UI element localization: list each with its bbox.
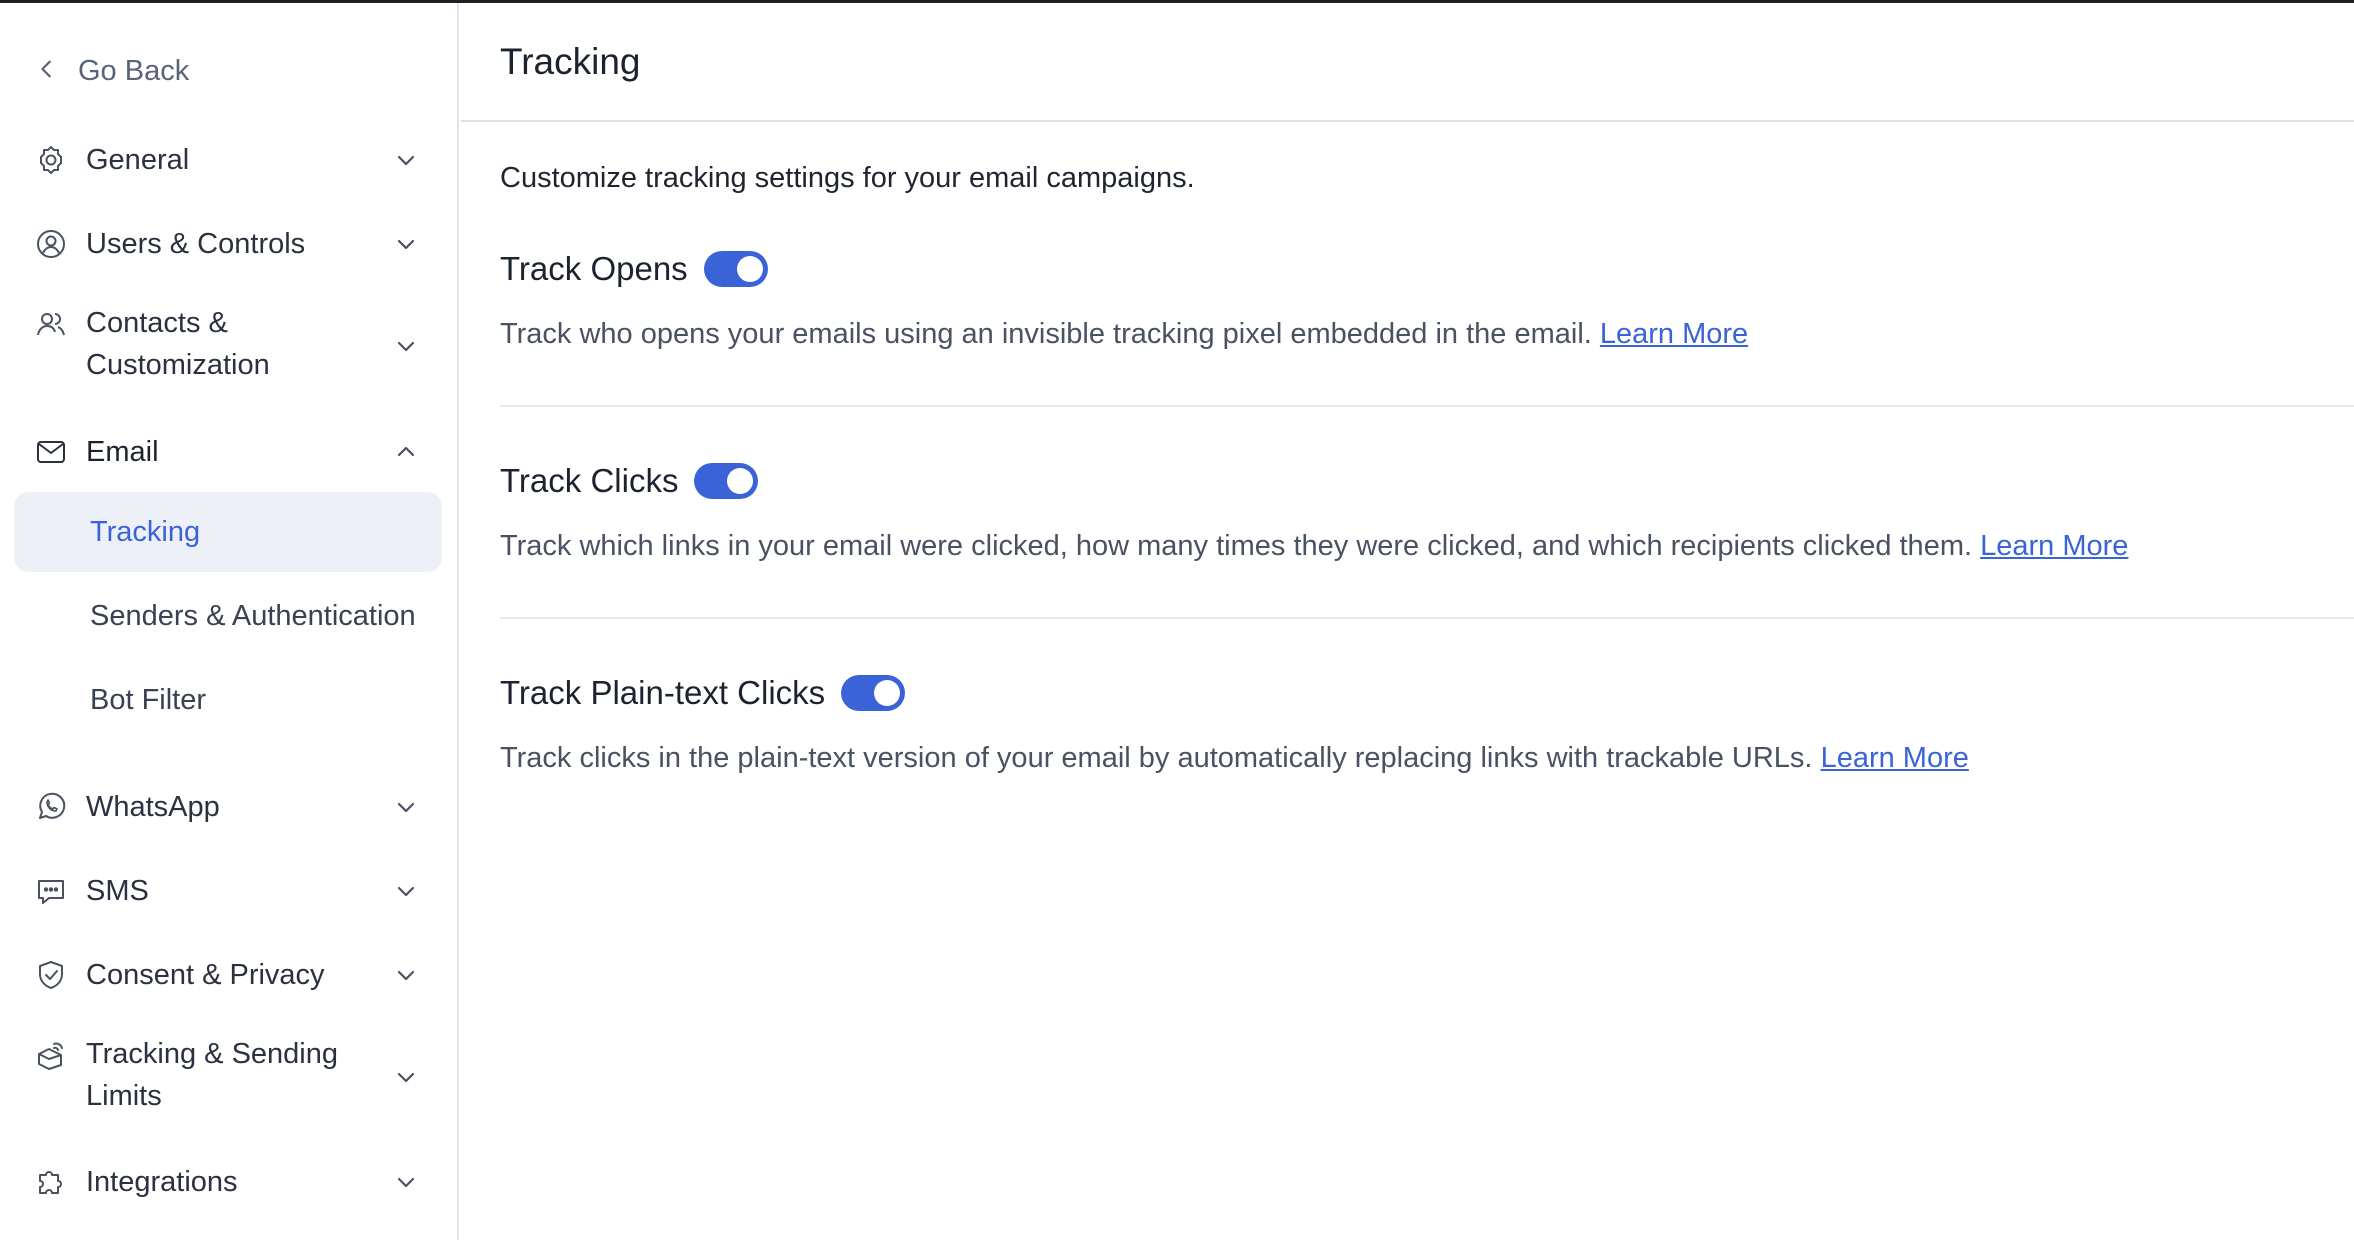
chevron-down-icon <box>394 1170 418 1194</box>
sidebar-item-label: Consent & Privacy <box>86 959 325 991</box>
settings-sidebar: Go Back General Users & Controls Contact… <box>0 3 459 1240</box>
sidebar-item-label-line1: Tracking & Sending <box>86 1038 339 1070</box>
setting-track-clicks: Track Clicks Track which links in your e… <box>500 458 2354 566</box>
learn-more-link[interactable]: Learn More <box>1980 530 2128 562</box>
learn-more-link[interactable]: Learn More <box>1821 742 1969 774</box>
chevron-down-icon <box>394 148 418 172</box>
users-icon <box>34 308 68 342</box>
track-clicks-toggle[interactable] <box>694 463 759 499</box>
toggle-knob <box>874 680 901 706</box>
sidebar-item-label: General <box>86 144 190 176</box>
sidebar-item-general[interactable]: General <box>14 134 442 186</box>
main-content: Tracking Customize tracking settings for… <box>461 3 2354 1240</box>
setting-track-opens: Track Opens Track who opens your emails … <box>500 246 2354 354</box>
setting-title: Track Opens <box>500 250 688 287</box>
chevron-left-icon <box>36 55 58 88</box>
gear-icon <box>34 143 68 177</box>
sidebar-subitem-senders-authentication[interactable]: Senders & Authentication <box>14 576 442 656</box>
sidebar-item-tracking-sending-limits[interactable]: Tracking & Sending Limits <box>14 1031 442 1121</box>
setting-title: Track Plain-text Clicks <box>500 674 826 711</box>
whatsapp-icon <box>34 790 68 824</box>
page-intro: Customize tracking settings for your ema… <box>500 162 1195 194</box>
sidebar-item-label-line1: Contacts & <box>86 307 228 339</box>
sidebar-subitem-tracking[interactable]: Tracking <box>14 492 442 572</box>
sidebar-subitem-bot-filter[interactable]: Bot Filter <box>14 660 442 740</box>
setting-title: Track Clicks <box>500 462 679 499</box>
chevron-down-icon <box>394 879 418 903</box>
sidebar-item-contacts-customization[interactable]: Contacts & Customization <box>14 300 442 390</box>
setting-track-plain-text-clicks: Track Plain-text Clicks Track clicks in … <box>500 670 2354 778</box>
sidebar-item-sms[interactable]: SMS <box>14 865 442 917</box>
description-text: Track who opens your emails using an inv… <box>500 318 1592 350</box>
mail-icon <box>34 435 68 469</box>
chat-bubble-icon <box>34 874 68 908</box>
sidebar-item-users-controls[interactable]: Users & Controls <box>14 218 442 270</box>
description-text: Track which links in your email were cli… <box>500 530 1973 562</box>
go-back-label: Go Back <box>78 54 190 87</box>
sidebar-item-email[interactable]: Email <box>14 426 442 478</box>
sidebar-item-label: SMS <box>86 875 149 907</box>
track-opens-toggle[interactable] <box>703 251 768 287</box>
sidebar-item-whatsapp[interactable]: WhatsApp <box>14 781 442 833</box>
section-divider <box>500 617 2354 619</box>
chevron-down-icon <box>394 334 418 358</box>
setting-description: Track which links in your email were cli… <box>500 526 2354 566</box>
sidebar-item-label: Email <box>86 436 159 468</box>
description-text: Track clicks in the plain-text version o… <box>500 742 1813 774</box>
chevron-down-icon <box>394 1065 418 1089</box>
chevron-down-icon <box>394 963 418 987</box>
sidebar-item-label: WhatsApp <box>86 791 220 823</box>
chevron-down-icon <box>394 795 418 819</box>
chevron-up-icon <box>394 440 418 464</box>
toggle-knob <box>736 256 763 282</box>
sidebar-item-integrations[interactable]: Integrations <box>14 1156 442 1208</box>
tracking-limits-icon <box>34 1039 68 1073</box>
sidebar-item-consent-privacy[interactable]: Consent & Privacy <box>14 949 442 1001</box>
chevron-down-icon <box>394 232 418 256</box>
sidebar-item-label-line2: Customization <box>86 349 270 381</box>
toggle-knob <box>727 468 754 494</box>
go-back-link[interactable]: Go Back <box>36 49 189 93</box>
learn-more-link[interactable]: Learn More <box>1600 318 1748 350</box>
puzzle-icon <box>34 1165 68 1199</box>
sidebar-item-label-line2: Limits <box>86 1080 162 1112</box>
page-title: Tracking <box>500 40 641 82</box>
section-divider <box>500 405 2354 407</box>
user-circle-icon <box>34 227 68 261</box>
sidebar-item-label: Users & Controls <box>86 228 306 260</box>
setting-description: Track clicks in the plain-text version o… <box>500 738 2354 778</box>
shield-check-icon <box>34 958 68 992</box>
page-header: Tracking <box>461 3 2354 122</box>
sidebar-item-label: Integrations <box>86 1166 238 1198</box>
setting-description: Track who opens your emails using an inv… <box>500 314 2354 354</box>
track-plain-text-clicks-toggle[interactable] <box>841 675 906 711</box>
